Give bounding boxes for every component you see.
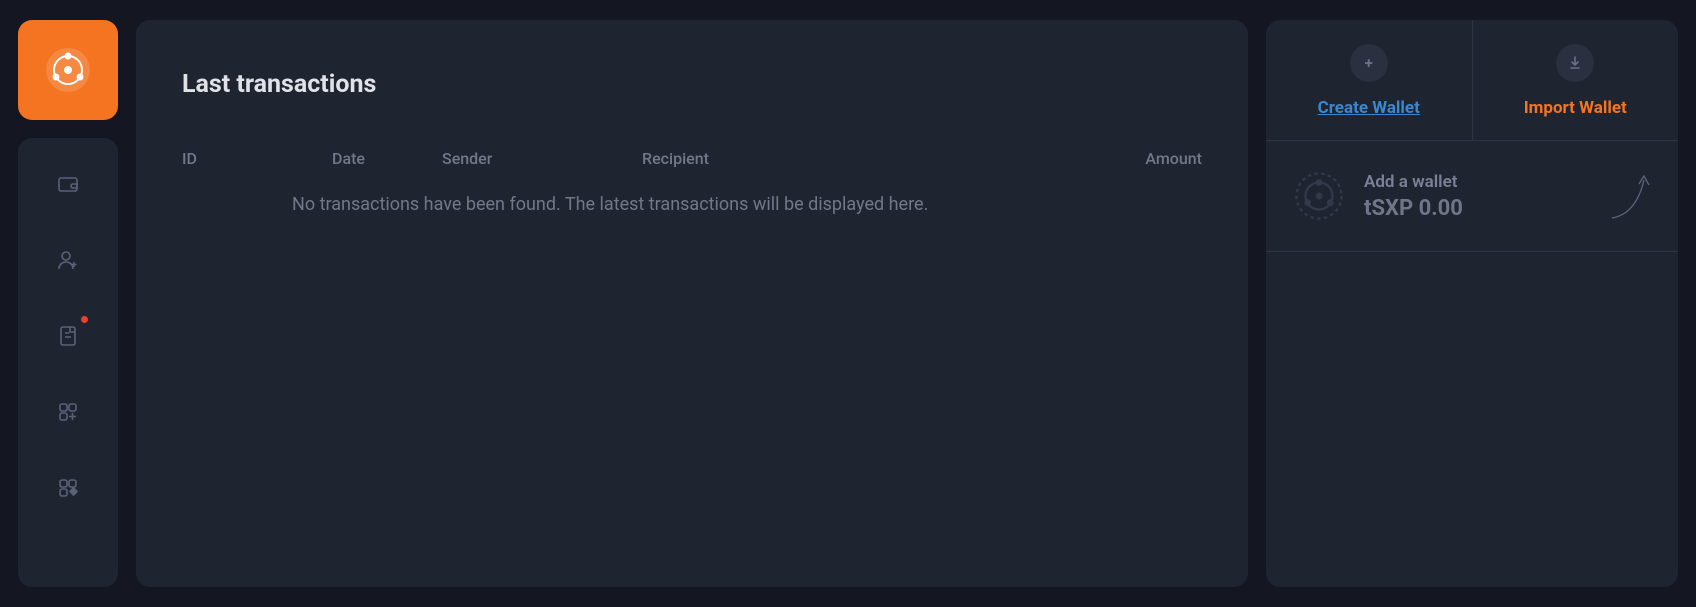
token-icon	[1292, 169, 1346, 223]
wallet-icon	[56, 172, 80, 196]
tab-import-label: Import Wallet	[1524, 98, 1627, 118]
nav	[18, 138, 118, 587]
nav-grid-plus[interactable]	[18, 396, 118, 428]
tab-create-label: Create Wallet	[1318, 98, 1420, 118]
table-header: ID Date Sender Recipient Amount	[182, 149, 1202, 168]
app-logo[interactable]	[18, 20, 118, 120]
grid-apps-icon	[56, 476, 80, 500]
col-recipient: Recipient	[642, 149, 1082, 168]
nav-document[interactable]	[18, 320, 118, 352]
add-wallet-label: Add a wallet	[1364, 172, 1588, 192]
col-amount: Amount	[1082, 149, 1202, 168]
document-icon	[56, 324, 80, 348]
wallet-text-block: Add a wallet tSXP 0.00	[1364, 172, 1588, 221]
sidebar	[18, 20, 118, 587]
tab-create-wallet[interactable]: + Create Wallet	[1266, 20, 1473, 140]
nav-add-user[interactable]	[18, 244, 118, 276]
grid-plus-icon	[56, 400, 80, 424]
nav-wallet[interactable]	[18, 168, 118, 200]
wallet-balance: tSXP 0.00	[1364, 196, 1588, 221]
notification-dot-icon	[81, 316, 88, 323]
arrow-up-icon	[1606, 170, 1652, 222]
right-panel: + Create Wallet Import Wallet Add a wall…	[1266, 20, 1678, 587]
wallet-tabs: + Create Wallet Import Wallet	[1266, 20, 1678, 141]
add-wallet-card[interactable]: Add a wallet tSXP 0.00	[1266, 141, 1678, 252]
main-panel: Last transactions ID Date Sender Recipie…	[136, 20, 1248, 587]
nav-grid-apps[interactable]	[18, 472, 118, 504]
col-sender: Sender	[442, 149, 642, 168]
plus-icon: +	[1350, 44, 1388, 82]
page-title: Last transactions	[182, 70, 1202, 99]
logo-icon	[44, 46, 92, 94]
tab-import-wallet[interactable]: Import Wallet	[1473, 20, 1679, 140]
add-user-icon	[56, 248, 80, 272]
empty-state-message: No transactions have been found. The lat…	[182, 194, 1202, 215]
download-icon	[1556, 44, 1594, 82]
col-date: Date	[332, 149, 442, 168]
col-id: ID	[182, 149, 332, 168]
